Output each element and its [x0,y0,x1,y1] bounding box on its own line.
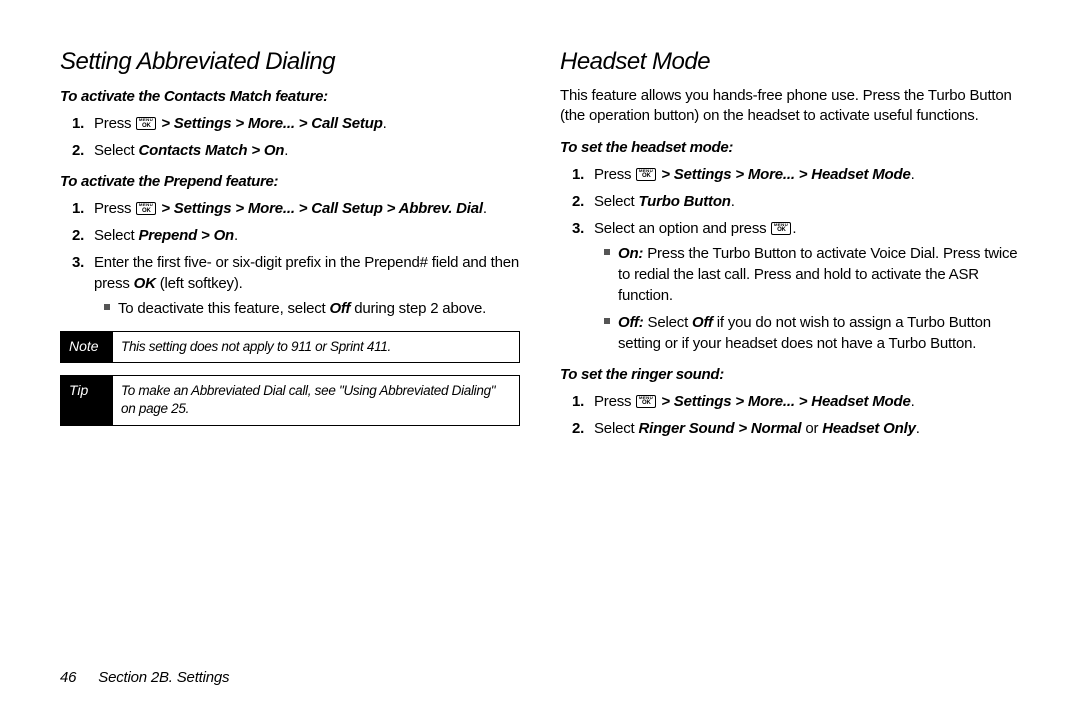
step-path: > Settings > More... > Call Setup [157,115,382,132]
note-label: Note [61,332,113,362]
step-text: Press [94,200,135,217]
list-item: Press > Settings > More... > Headset Mod… [572,164,1020,185]
list-item: Select an option and press . On: Press t… [572,218,1020,354]
list-item: Press > Settings > More... > Call Setup … [72,198,520,219]
menu-ok-icon [771,222,791,235]
step-bold: OK [134,275,156,292]
steps-headset-mode: Press > Settings > More... > Headset Mod… [560,164,1020,354]
bullet-bold: Off [329,300,350,317]
tip-callout: Tip To make an Abbreviated Dial call, se… [60,375,520,425]
step-text: Press [94,115,135,132]
period: . [383,115,387,132]
period: . [284,142,288,159]
section-label: Section 2B. Settings [98,669,229,686]
sub-bullets: To deactivate this feature, select Off d… [94,298,520,319]
step-text: Press [594,166,635,183]
sub-bullets: On: Press the Turbo Button to activate V… [594,243,1020,354]
bullet-text: Press the Turbo Button to activate Voice… [618,245,1017,304]
step-text: Select an option and press [594,220,770,237]
menu-ok-icon [636,395,656,408]
period: . [234,227,238,244]
list-item: Select Prepend > On. [72,225,520,246]
content-columns: Setting Abbreviated Dialing To activate … [60,48,1020,628]
left-column: Setting Abbreviated Dialing To activate … [60,48,520,628]
bullet-bold: Off [692,314,713,331]
headset-intro: This feature allows you hands-free phone… [560,86,1020,127]
menu-ok-icon [136,117,156,130]
step-text: Select [594,420,638,437]
list-item: Off: Select Off if you do not wish to as… [604,312,1020,354]
subtitle-ringer-sound: To set the ringer sound: [560,366,1020,383]
note-callout: Note This setting does not apply to 911 … [60,331,520,363]
list-item: Select Contacts Match > On. [72,140,520,161]
menu-ok-icon [136,202,156,215]
step-text: Select [594,193,638,210]
subtitle-headset-mode: To set the headset mode: [560,139,1020,156]
period: . [483,200,487,217]
steps-prepend: Press > Settings > More... > Call Setup … [60,198,520,319]
subtitle-contacts-match: To activate the Contacts Match feature: [60,88,520,105]
step-text: or [801,420,822,437]
bullet-text: during step 2 above. [350,300,486,317]
page-number: 46 [60,669,76,686]
bullet-text: Select [644,314,692,331]
subtitle-prepend: To activate the Prepend feature: [60,173,520,190]
list-item: Press > Settings > More... > Headset Mod… [572,391,1020,412]
period: . [911,393,915,410]
list-item: Select Turbo Button. [572,191,1020,212]
step-text: Press [594,393,635,410]
step-path: > Settings > More... > Call Setup > Abbr… [157,200,483,217]
right-title: Headset Mode [560,48,1020,76]
step-path: Prepend > On [138,227,234,244]
right-column: Headset Mode This feature allows you han… [560,48,1020,628]
tip-text: To make an Abbreviated Dial call, see "U… [113,376,519,424]
list-item: Press > Settings > More... > Call Setup. [72,113,520,134]
step-text: Select [94,142,138,159]
step-path: Contacts Match > On [138,142,284,159]
list-item: On: Press the Turbo Button to activate V… [604,243,1020,306]
list-item: Select Ringer Sound > Normal or Headset … [572,418,1020,439]
bullet-bold: On: [618,245,643,262]
step-text: (left softkey). [156,275,243,292]
note-text: This setting does not apply to 911 or Sp… [113,332,399,362]
period: . [916,420,920,437]
bullet-bold: Off: [618,314,644,331]
period: . [731,193,735,210]
list-item: To deactivate this feature, select Off d… [104,298,520,319]
period: . [792,220,796,237]
steps-contacts-match: Press > Settings > More... > Call Setup.… [60,113,520,161]
bullet-text: To deactivate this feature, select [118,300,329,317]
step-path: > Settings > More... > Headset Mode [657,393,910,410]
menu-ok-icon [636,168,656,181]
page-footer: 46 Section 2B. Settings [60,669,229,686]
steps-ringer-sound: Press > Settings > More... > Headset Mod… [560,391,1020,439]
step-path: Headset Only [822,420,915,437]
list-item: Enter the first five- or six-digit prefi… [72,252,520,319]
tip-label: Tip [61,376,113,424]
step-path: Ringer Sound > Normal [638,420,801,437]
period: . [911,166,915,183]
left-title: Setting Abbreviated Dialing [60,48,520,76]
step-path: Turbo Button [638,193,730,210]
step-text: Select [94,227,138,244]
step-path: > Settings > More... > Headset Mode [657,166,910,183]
